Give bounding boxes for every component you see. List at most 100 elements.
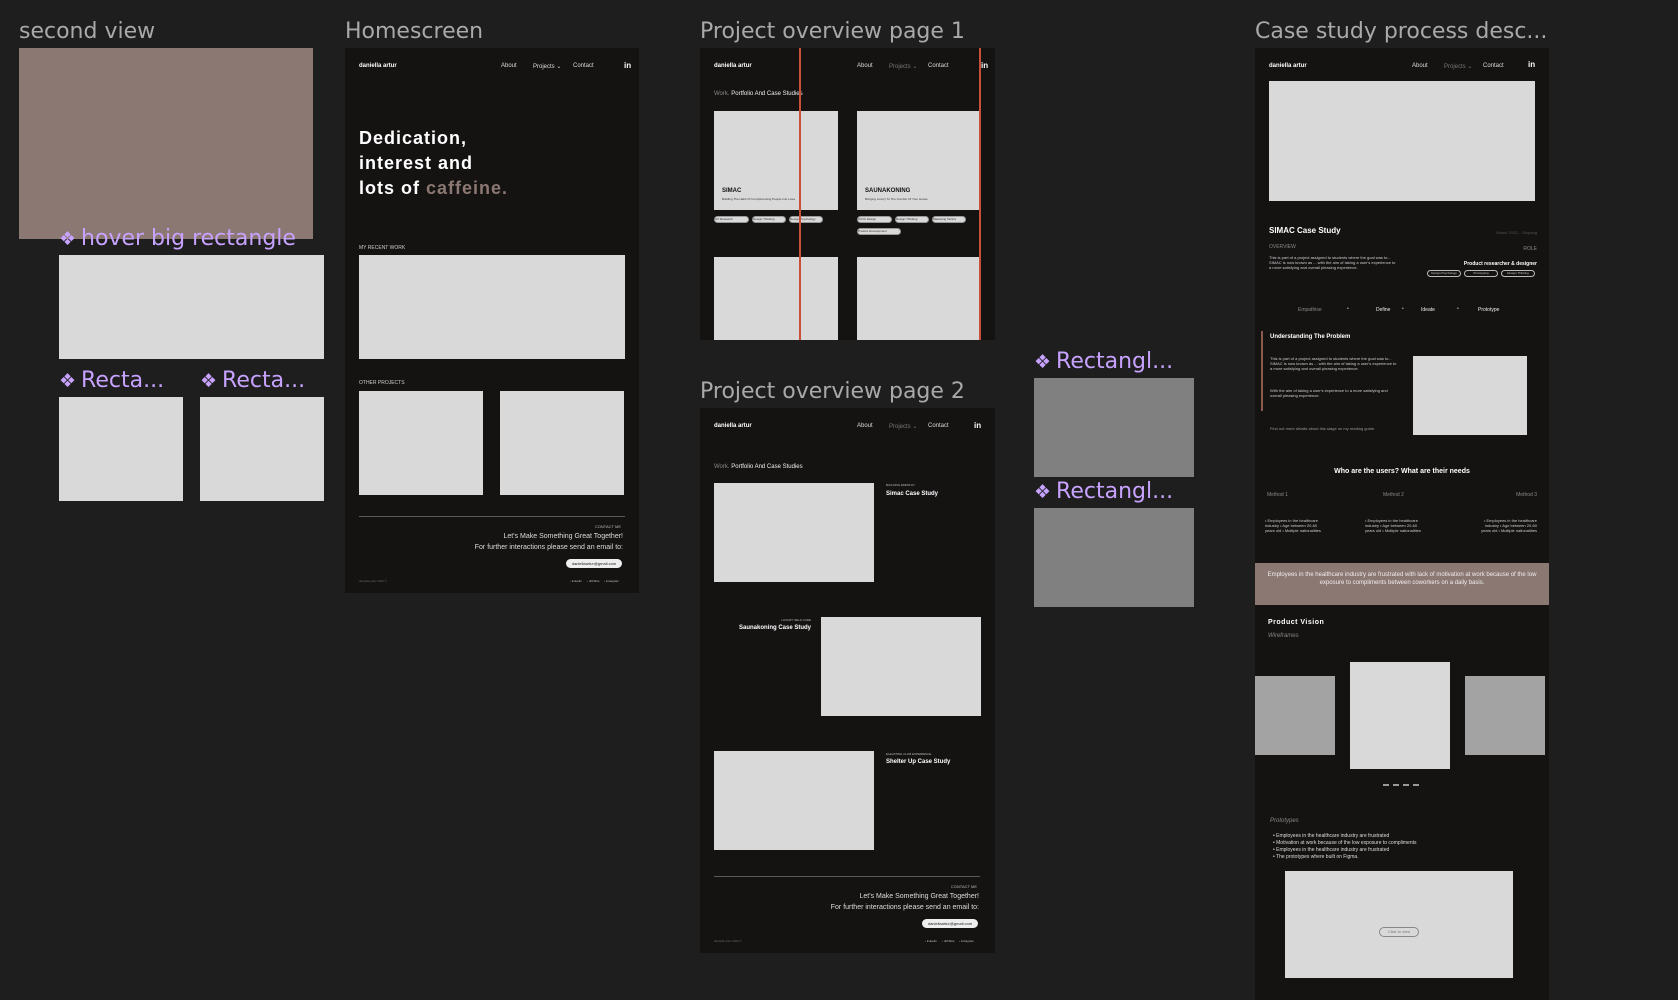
problem-paragraph-1: This is part of a project assigned to st… [1270,356,1397,371]
linkedin-icon[interactable]: in [974,421,981,430]
simac-tag: BUILDING EMPATHY [886,483,916,487]
linkedin-icon[interactable]: in [624,61,631,70]
linkedin-icon[interactable]: in [1528,60,1535,69]
component-label-recta-1[interactable]: ❖ Recta... [59,368,164,393]
nav-projects[interactable]: Projects ⌄ [533,63,561,70]
reading-guide-link[interactable]: Find out more details about this stage o… [1270,426,1398,431]
case-study-frame[interactable]: daniella artur About Projects ⌄ Contact … [1255,48,1549,1000]
social-linkedin-link[interactable]: › linkedin [570,579,582,583]
shelter-up-title[interactable]: Shelter Up Case Study [886,759,950,765]
prototypes-label: Prototypes [1270,818,1299,824]
nav-projects[interactable]: Projects ⌄ [889,63,917,70]
frame-label-overview-2[interactable]: Project overview page 2 [700,379,965,404]
tag-ux-research: UX Research [714,216,749,223]
other-project-card-1[interactable] [359,391,483,495]
nav-contact[interactable]: Contact [1483,63,1504,69]
card-subtitle: Bringing Luxury To The Comfort Of Your H… [865,197,928,201]
wireframe-center[interactable] [1350,662,1450,769]
wireframe-left[interactable] [1255,676,1335,755]
component-label-recta-2[interactable]: ❖ Recta... [200,368,305,393]
nav-about[interactable]: About [501,63,517,69]
proto-bullet-2: • Motivation at work because of the low … [1273,840,1417,846]
footer-line-2: For further interactions please send an … [830,904,979,911]
tag-product-development: Product Development [857,228,901,235]
social-dribbble-link[interactable]: › dribbble [587,579,600,583]
footer-divider [714,876,980,877]
social-linkedin-link[interactable]: › linkedin [925,939,937,943]
recent-work-card[interactable] [359,255,625,359]
project-card-3[interactable] [714,257,838,340]
step-ideate: Ideate [1421,307,1435,313]
saunakoning-title[interactable]: Saunakoning Case Study [739,625,811,631]
case-date: March 2023 – Ongoing [1496,230,1537,235]
email-button[interactable]: daniellaartur@gmail.com [922,919,978,928]
problem-title: Understanding The Problem [1270,334,1351,340]
component-label-rectangl-1[interactable]: ❖ Rectangl... [1034,349,1173,374]
email-button[interactable]: daniellaartur@gmail.com [566,559,622,568]
other-projects-label: OTHER PROJECTS [359,380,405,386]
component-diamond-icon: ❖ [200,370,218,392]
simac-card[interactable] [714,483,874,582]
statement-text: Employees in the healthcare industry are… [1267,572,1537,586]
nav-brand[interactable]: daniella artur [714,63,752,69]
red-guide-line [979,48,981,340]
click-to-view-button[interactable]: Click to view [1379,927,1419,937]
other-project-card-2[interactable] [500,391,624,495]
homescreen-frame[interactable]: daniella artur About Projects ⌄ Contact … [345,48,639,593]
saunakoning-tag: LUXURY SELF-CARE [781,618,811,622]
project-card-4[interactable] [857,257,980,340]
problem-paragraph-2: With the aim of taking a user's experien… [1270,388,1388,398]
nav-projects[interactable]: Projects ⌄ [1444,63,1472,70]
nav-contact[interactable]: Contact [573,63,594,69]
step-define: Define [1376,307,1391,313]
project-card-saunakoning[interactable]: SAUNAKONING Bringing Luxury To The Comfo… [857,111,980,210]
rectangle-component-grey-1[interactable] [1034,378,1194,477]
carousel-indicator[interactable] [1383,784,1419,788]
frame-label-case-study[interactable]: Case study process desc... [1255,19,1547,44]
overview-2-frame[interactable]: daniella artur About Projects ⌄ Contact … [700,408,995,953]
rectangle-component-grey-2[interactable] [1034,508,1194,607]
frame-label-homescreen[interactable]: Homescreen [345,19,483,44]
nav-brand[interactable]: daniella artur [1269,63,1307,69]
prototype-preview[interactable]: Click to view [1285,871,1513,978]
project-card-simac[interactable]: SIMAC Building The Habit Of Complimentin… [714,111,838,210]
simac-title[interactable]: Simac Case Study [886,491,938,497]
work-heading: Work. Portfolio And Case Studies [714,91,803,97]
footer-copyright: daniella artur 2023 © [714,939,742,943]
frame-label-second-view[interactable]: second view [19,19,155,44]
second-view-frame[interactable] [19,48,313,239]
method-3-text: • Employees in the healthcare industry •… [1481,518,1537,533]
component-diamond-icon: ❖ [59,370,77,392]
proto-bullet-4: • The prototypes where built on Figma. [1273,854,1359,860]
overview-1-frame[interactable]: daniella artur About Projects ⌄ Contact … [700,48,995,340]
nav-brand[interactable]: daniella artur [714,423,752,429]
nav-contact[interactable]: Contact [928,63,949,69]
rectangle-component-1[interactable] [59,397,183,501]
shelter-up-card[interactable] [714,751,874,850]
social-dribbble-link[interactable]: › dribbble [942,939,955,943]
nav-contact[interactable]: Contact [928,423,949,429]
hero-heading: Dedication, interest and lots of caffein… [359,128,509,198]
method-3-label: Method 3 [1516,492,1537,498]
tag-uxui-design: UX/UI Design [857,216,892,223]
component-diamond-icon: ❖ [1034,481,1052,503]
figma-canvas[interactable]: { "canvas": {"background": "#1e1e1e"}, "… [0,0,1678,1000]
nav-brand[interactable]: daniella artur [359,63,397,69]
saunakoning-card[interactable] [821,617,981,716]
overview-label: OVERVIEW [1269,244,1296,250]
nav-projects[interactable]: Projects ⌄ [889,423,917,430]
component-label-hover-big[interactable]: ❖ hover big rectangle [59,226,296,251]
footer-line-2: For further interactions please send an … [474,544,623,551]
hover-big-rectangle[interactable] [59,255,324,359]
rectangle-component-2[interactable] [200,397,324,501]
wireframe-right[interactable] [1465,676,1545,755]
social-instagram-link[interactable]: › instagram [959,939,974,943]
wireframes-label: Wireframes [1268,633,1299,639]
linkedin-icon[interactable]: in [981,61,988,70]
social-instagram-link[interactable]: › instagram [604,579,619,583]
nav-about[interactable]: About [1412,63,1428,69]
component-label-rectangl-2[interactable]: ❖ Rectangl... [1034,479,1173,504]
nav-about[interactable]: About [857,63,873,69]
frame-label-overview-1[interactable]: Project overview page 1 [700,19,965,44]
nav-about[interactable]: About [857,423,873,429]
